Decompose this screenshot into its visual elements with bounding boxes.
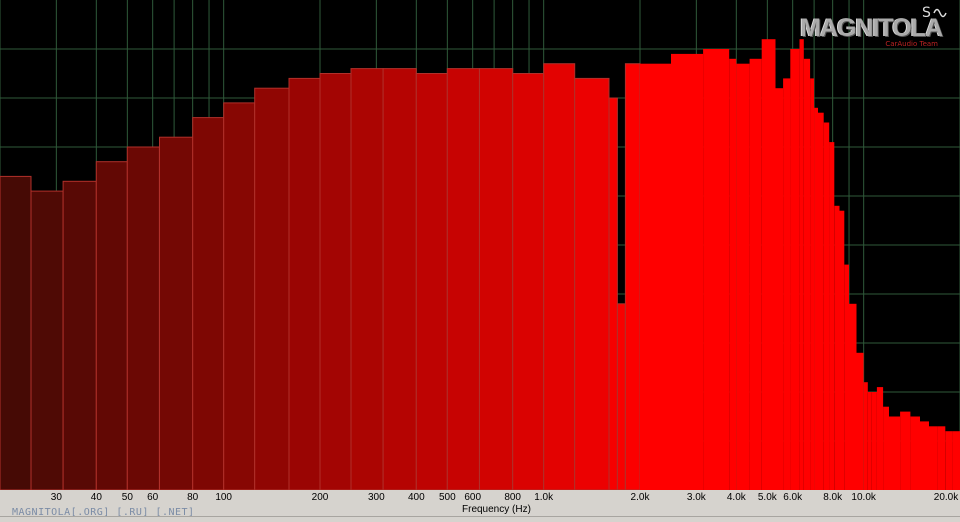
x-axis-label: Frequency (Hz): [462, 504, 531, 515]
spectrum-bar: [783, 78, 791, 490]
spectrum-bar: [889, 416, 901, 490]
x-tick-label: 3.0k: [686, 492, 706, 503]
spectrum-bar: [624, 63, 641, 490]
x-tick-label: 200: [311, 492, 329, 503]
spectrum-bar: [900, 411, 911, 490]
x-tick-label: 60: [147, 492, 159, 503]
spectrum-bar: [856, 352, 864, 490]
spectrum-bar: [319, 73, 352, 490]
spectrum-bar: [382, 68, 417, 490]
spectrum-bar: [543, 63, 576, 490]
svg-text:S: S: [922, 5, 931, 21]
spectrum-bar: [446, 68, 480, 490]
spectrum-bar: [350, 68, 384, 490]
spectrum-bar: [775, 88, 784, 490]
x-tick-label: 80: [187, 492, 199, 503]
x-tick-label: 8.0k: [823, 492, 843, 503]
spectrum-bar: [671, 53, 704, 490]
x-tick-label: 1.0k: [534, 492, 554, 503]
spectrum-bar: [871, 392, 877, 490]
chart-window: MAGNITOLA CarAudio Team S 30 40 50 60 80 100 2…: [0, 0, 960, 522]
spectrum-bar: [608, 97, 618, 490]
spectrum-bar: [479, 68, 514, 490]
spectrum-bar: [415, 73, 448, 490]
x-tick-label: 40: [90, 492, 102, 503]
spectrum-bar: [62, 180, 97, 490]
spectrum-bar: [844, 264, 849, 490]
status-bar: [0, 516, 960, 522]
spectrum-bar: [810, 78, 815, 490]
magnitola-logo: MAGNITOLA CarAudio Team S: [800, 5, 947, 48]
spectrum-bar: [729, 58, 737, 490]
spectrum-bar: [0, 175, 32, 490]
x-tick-label: 600: [464, 492, 482, 503]
x-tick-label: 100: [215, 492, 232, 503]
spectrum-bar: [223, 102, 256, 490]
x-tick-label: 6.0k: [783, 492, 803, 503]
spectrum-bar: [829, 142, 835, 490]
spectrum-bar: [818, 112, 824, 490]
x-tick-label: 5.0k: [757, 492, 777, 503]
spectrum-bar: [952, 431, 960, 490]
speaker-wave-icon: S: [922, 5, 947, 21]
spectrum-bar: [883, 406, 889, 490]
x-tick-label: 800: [504, 492, 521, 503]
x-tick-label: 400: [407, 492, 425, 503]
spectrum-bar: [192, 117, 225, 490]
spectrum-bar: [288, 77, 321, 490]
spectrum-bar: [910, 416, 920, 490]
spectrum-bar: [640, 63, 671, 490]
spectrum-bar: [30, 190, 64, 490]
x-tick-label: 500: [438, 492, 456, 503]
spectrum-bar: [945, 431, 953, 490]
spectrum-bar: [814, 107, 818, 490]
spectrum-bar: [834, 205, 840, 490]
x-tick-label: 20.0k: [933, 492, 959, 503]
x-tick-label: 4.0k: [726, 492, 746, 503]
spectrum-bar: [749, 58, 762, 490]
spectrum-bar: [95, 161, 128, 490]
spectrum-bar: [616, 303, 626, 490]
spectrum-bar: [574, 77, 610, 490]
logo-text: MAGNITOLA: [800, 14, 943, 42]
spectrum-bar: [761, 39, 776, 490]
spectrum-bar: [929, 426, 938, 490]
spectrum-bar: [512, 73, 545, 490]
x-tick-label: 2.0k: [630, 492, 650, 503]
x-tick-label: 300: [368, 492, 385, 503]
spectrum-bar: [159, 136, 194, 490]
spectrum-chart: [0, 0, 960, 490]
spectrum-bar: [876, 387, 884, 490]
spectrum-bar: [790, 49, 800, 490]
spectrum-bar: [823, 122, 830, 490]
spectrum-bar: [126, 146, 160, 490]
spectrum-bar: [703, 49, 730, 490]
spectrum-bar: [920, 421, 929, 490]
spectrum-bar: [867, 392, 872, 490]
x-tick-label: 30: [50, 492, 62, 503]
spectrum-bar: [863, 382, 868, 490]
x-tick-label: 10.0k: [851, 492, 876, 503]
spectrum-bar: [736, 63, 750, 490]
spectrum-bar: [803, 58, 811, 490]
spectrum-bar: [849, 303, 857, 490]
spectrum-bar: [799, 39, 804, 490]
spectrum-bar: [839, 210, 845, 490]
x-tick-label: 50: [121, 492, 133, 503]
spectrum-bar: [937, 426, 946, 490]
spectrum-bar: [254, 87, 290, 490]
